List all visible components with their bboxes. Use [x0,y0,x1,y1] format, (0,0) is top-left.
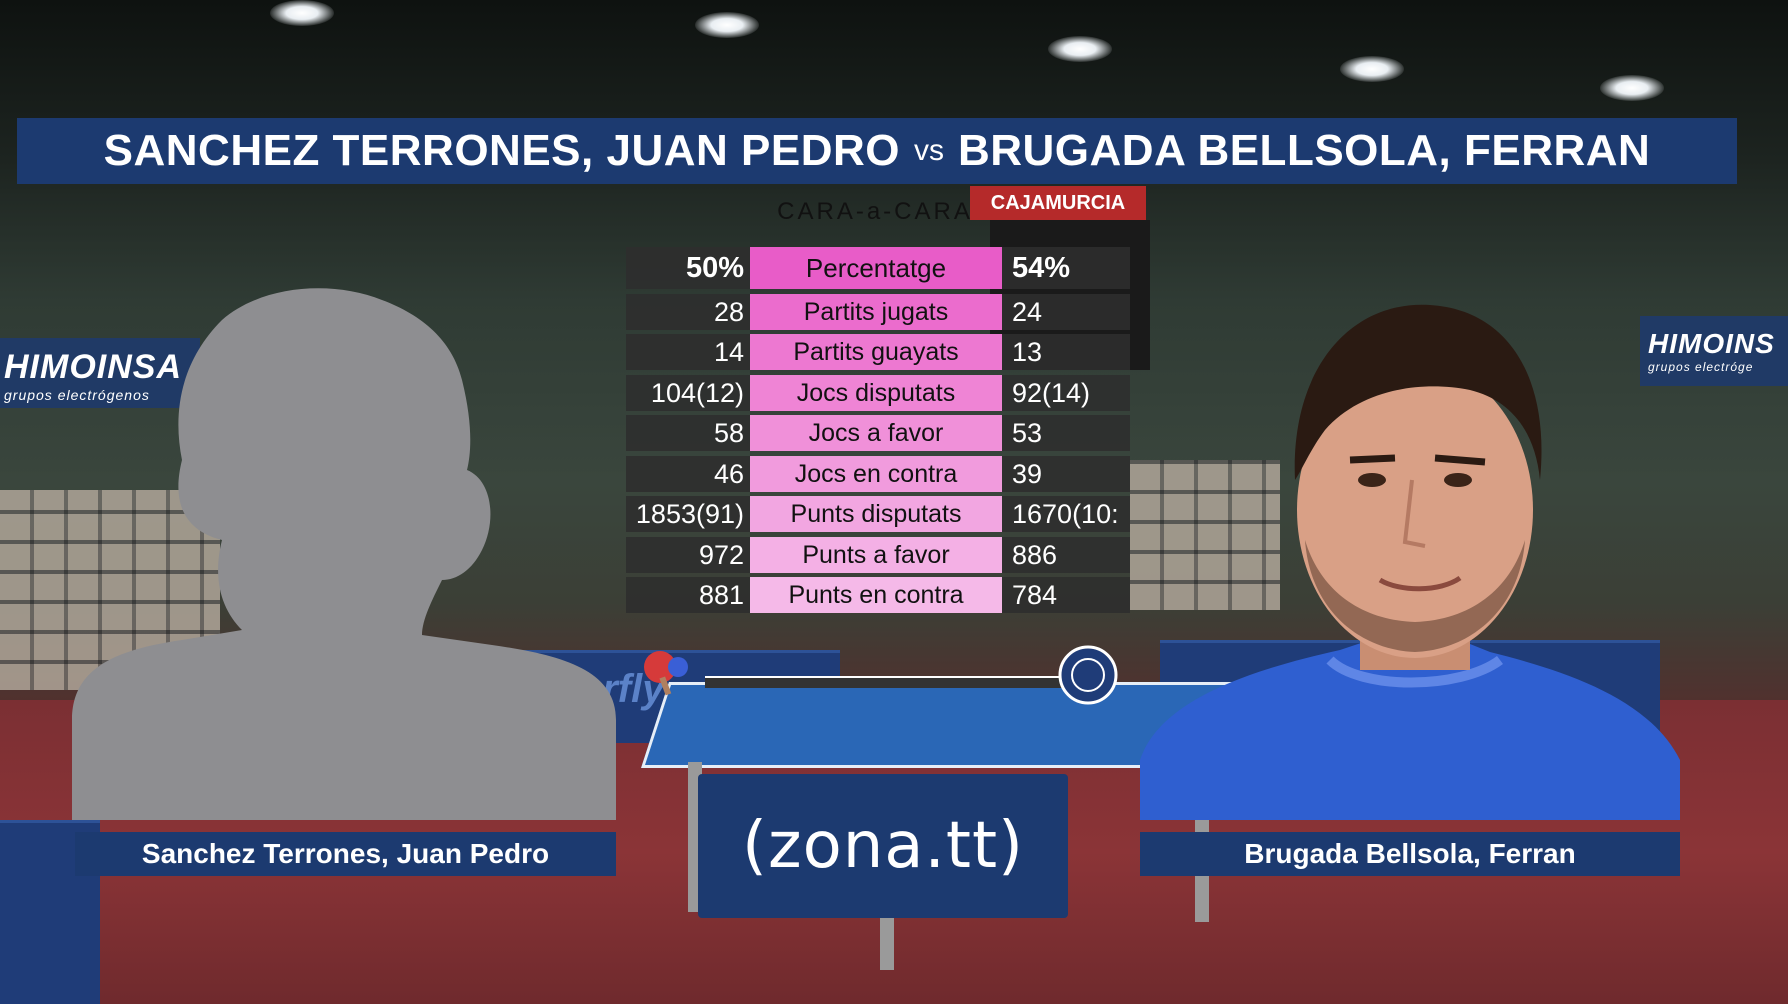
stat-right-value: 24 [1002,293,1130,330]
stat-label: Partits jugats [750,293,1002,330]
stat-row: 50% Percentatge 54% [626,247,1130,289]
logo-text: (zona.tt) [742,809,1024,883]
zona-tt-logo: (zona.tt) [698,774,1068,918]
title-vs: vs [913,134,944,167]
stat-left-value: 14 [626,334,750,370]
stat-row: 46 Jocs en contra 39 [626,455,1130,492]
paddle-icon [644,651,688,696]
stat-label: Jocs a favor [750,415,1002,451]
table-net [705,676,1065,688]
stat-right-value: 53 [1002,415,1130,451]
stat-row: 104(12) Jocs disputats 92(14) [626,374,1130,411]
stat-right-value: 54% [1002,247,1130,289]
stats-table: 50% Percentatge 54% 28 Partits jugats 24 14 Par… [626,247,1130,618]
stat-left-value: 28 [626,293,750,330]
player-right-photo [1140,304,1680,820]
match-title-bar: SANCHEZ TERRONES, JUAN PEDRO vs BRUGADA … [17,118,1737,184]
stat-label: Punts disputats [750,496,1002,532]
stat-right-value: 13 [1002,334,1130,370]
ceiling-light [695,12,759,38]
stat-label: Punts en contra [750,577,1002,613]
stat-left-value: 972 [626,536,750,573]
stat-left-value: 46 [626,455,750,492]
ceiling-light [1340,56,1404,82]
ceiling-light [1600,75,1664,101]
stat-row: 28 Partits jugats 24 [626,293,1130,330]
stat-right-value: 886 [1002,536,1130,573]
stat-label: Jocs en contra [750,455,1002,492]
head-to-head-subtitle: CARA-a-CARA [777,198,973,225]
stat-left-value: 58 [626,415,750,451]
stat-right-value: 784 [1002,577,1130,613]
stat-left-value: 1853(91) [626,496,750,532]
stat-right-value: 39 [1002,455,1130,492]
stat-label: Punts a favor [750,536,1002,573]
player-right-name-plate: Brugada Bellsola, Ferran [1140,832,1680,876]
stat-label: Jocs disputats [750,374,1002,411]
stat-row: 881 Punts en contra 784 [626,577,1130,613]
stat-row: 58 Jocs a favor 53 [626,415,1130,451]
stat-label: Percentatge [750,247,1002,289]
stat-right-value: 92(14) [1002,374,1130,411]
ceiling-light [270,0,334,26]
stat-label: Partits guayats [750,334,1002,370]
stat-row: 1853(91) Punts disputats 1670(10: [626,496,1130,532]
stat-left-value: 104(12) [626,374,750,411]
stat-left-value: 50% [626,247,750,289]
player-left-name-plate: Sanchez Terrones, Juan Pedro [75,832,616,876]
stat-row: 14 Partits guayats 13 [626,334,1130,370]
placeholder-silhouette-icon [72,288,616,820]
ceiling-light [1048,36,1112,62]
title-player-right: BRUGADA BELLSOLA, FERRAN [957,126,1651,175]
stat-right-value: 1670(10: [1002,496,1130,532]
club-crest-icon [1058,645,1118,705]
stat-left-value: 881 [626,577,750,613]
stat-row: 972 Punts a favor 886 [626,536,1130,573]
title-player-left: SANCHEZ TERRONES, JUAN PEDRO [103,126,900,175]
